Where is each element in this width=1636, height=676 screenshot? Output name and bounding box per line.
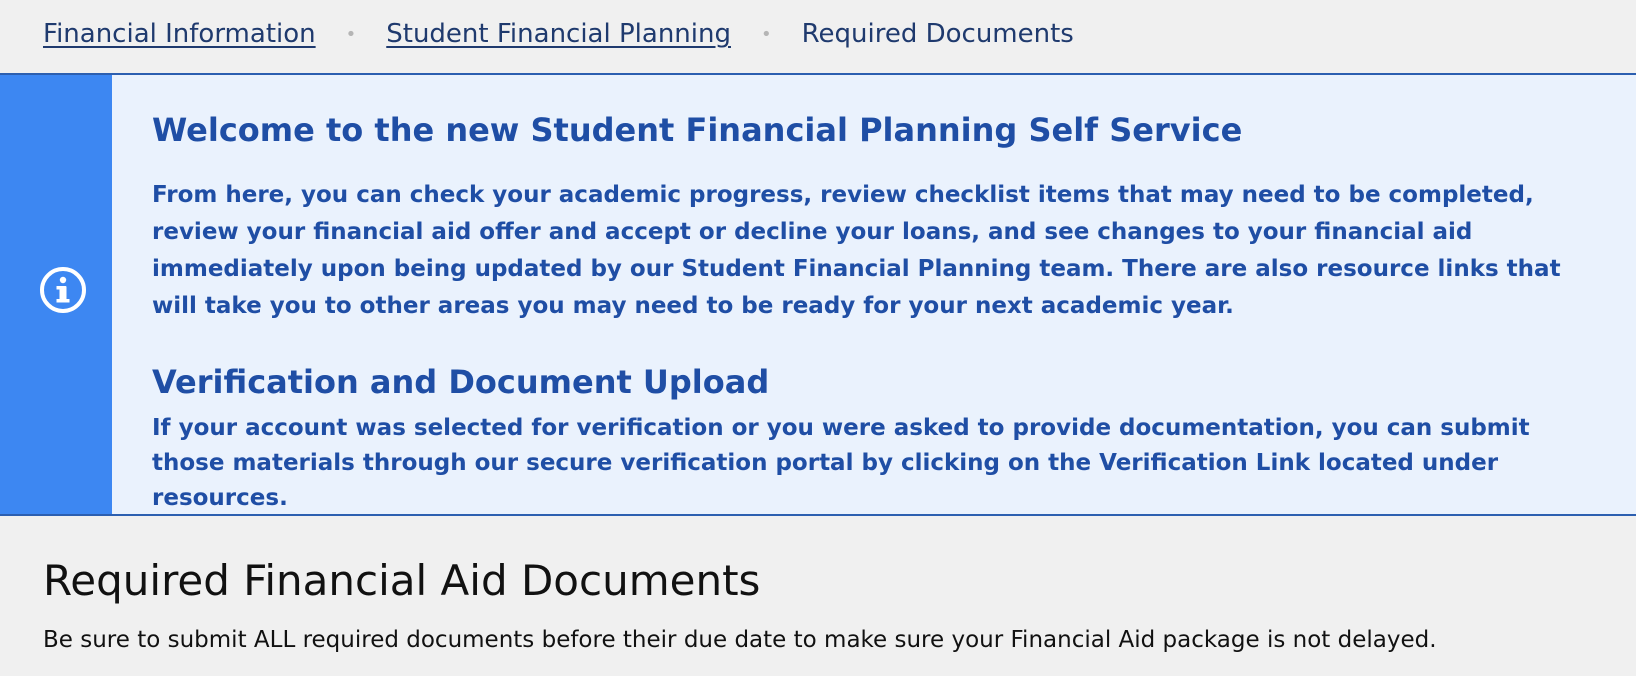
page: Financial Information • Student Financia…	[0, 0, 1636, 676]
breadcrumb-separator: •	[760, 23, 772, 45]
breadcrumb-separator: •	[345, 23, 357, 45]
section-description: Be sure to submit ALL required documents…	[43, 627, 1437, 653]
breadcrumb-link-financial-information[interactable]: Financial Information	[43, 19, 316, 49]
banner-paragraph: From here, you can check your academic p…	[152, 182, 1561, 319]
banner-title: Welcome to the new Student Financial Pla…	[152, 111, 1243, 149]
info-banner: Welcome to the new Student Financial Pla…	[0, 73, 1636, 516]
banner-paragraph-verification: If your account was selected for verific…	[152, 415, 1530, 511]
page-title: Required Financial Aid Documents	[43, 556, 761, 605]
info-icon	[40, 267, 86, 313]
breadcrumb: Financial Information • Student Financia…	[43, 14, 1074, 54]
breadcrumb-link-student-financial-planning[interactable]: Student Financial Planning	[386, 19, 731, 49]
banner-subtitle: Verification and Document Upload	[152, 363, 770, 401]
breadcrumb-current: Required Documents	[801, 19, 1074, 49]
